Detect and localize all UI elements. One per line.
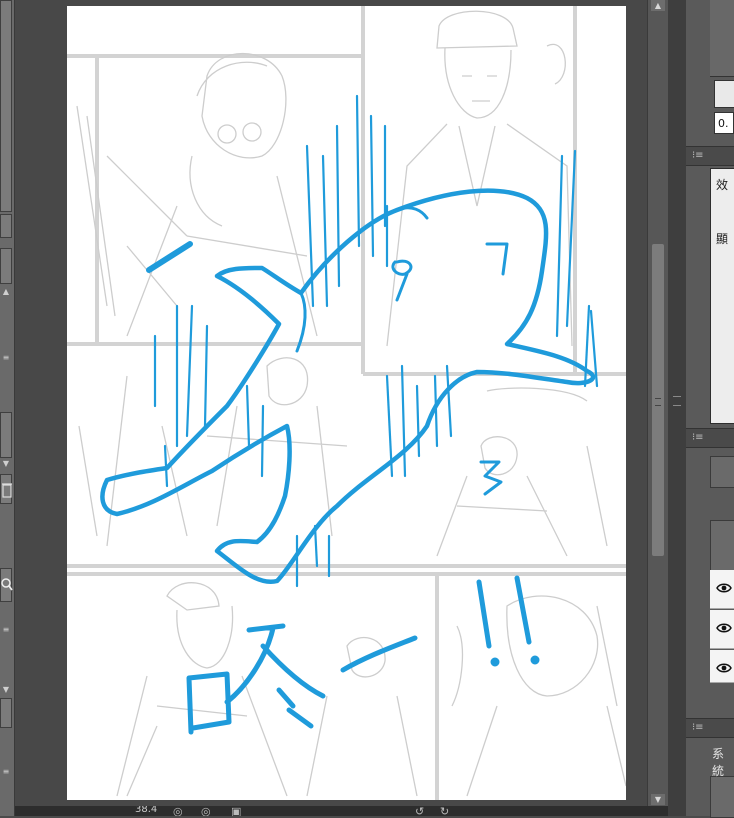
panel-grip-icon-3[interactable]: ≡ [2,768,10,776]
selection-tools[interactable] [710,776,734,818]
scroll-thumb[interactable] [652,244,664,556]
panel-menu-icon-3[interactable]: ⁝≡ [692,722,704,734]
navigator-panel [710,0,734,77]
sub-tool-detail-header[interactable]: ⁝≡ [686,146,734,166]
status-bar: 38.4 ◎ ◎ ▣ ↺ ↻ [15,806,668,816]
tool-palette-collapsed[interactable] [0,0,12,212]
panel-grip-icon[interactable]: ≡ [2,354,10,362]
value-field[interactable]: 0. [714,112,734,134]
layer-row-2[interactable] [710,610,734,649]
rough-sketch [76,10,626,797]
right-panel: 0. ⁝≡ 效 顯 ⁝≡ ⁝≡ [686,0,734,818]
panel-menu-icon[interactable]: ⁝≡ [692,150,704,162]
eraser-icon[interactable] [0,698,12,728]
speed-lines [153,94,599,588]
blend-mode-field[interactable] [710,456,734,488]
down-arrow-icon-2[interactable]: ▼ [2,686,10,694]
vertical-scrollbar[interactable]: ▲ ▼ [647,0,668,806]
layer-palette-header[interactable]: ⁝≡ [686,428,734,448]
eye-icon[interactable] [716,582,732,594]
left-tool-strip: ▲ ≡ ▼ ≡ ▼ ≡ [0,0,15,816]
panel-grip-icon-2[interactable]: ≡ [2,626,10,634]
divider-grip-icon[interactable] [673,396,681,406]
layer-row-3[interactable] [710,650,734,683]
scroll-up-icon[interactable]: ▲ [651,0,665,11]
panel-bottom-label: 系統 [712,747,725,778]
tool-slot-1[interactable] [0,214,12,238]
up-arrow-icon[interactable]: ▲ [2,288,10,296]
layer-list-header[interactable]: ⁝≡ [686,718,734,738]
brush-preview [714,80,734,108]
magnifier-icon[interactable] [0,568,13,602]
scroll-down-icon[interactable]: ▼ [651,794,665,805]
layer-property-panel [710,168,734,424]
eye-icon[interactable] [716,622,732,634]
panel-frames [67,6,626,800]
section-text-1: 效 [716,178,729,192]
zoom-in-icon[interactable]: ◎ [201,806,213,816]
eye-icon[interactable] [716,662,732,674]
zoom-value[interactable]: 38.4 [135,806,157,815]
zoom-out-icon[interactable]: ◎ [173,806,185,816]
canvas-area: 咚 !! [15,0,647,806]
layer-row-1[interactable] [710,570,734,609]
section-text-2: 顯 [716,232,729,246]
tool-slot-3[interactable] [0,412,12,458]
down-arrow-icon[interactable]: ▼ [2,460,10,468]
tool-slot-2[interactable] [0,248,12,284]
trash-icon[interactable] [0,474,12,504]
layer-toolbar [710,520,734,574]
panel-menu-icon-2[interactable]: ⁝≡ [692,432,704,444]
sketch-artwork[interactable]: 咚 !! [67,6,626,800]
rotate-right-icon[interactable]: ↻ [440,806,452,816]
panel-divider[interactable] [668,0,686,816]
blue-ink-drawing [100,94,599,735]
rotate-left-icon[interactable]: ↺ [415,806,427,816]
fit-icon[interactable]: ▣ [231,806,243,816]
manga-page-canvas[interactable]: 咚 !! [67,6,626,800]
thumb-grip-icon [655,398,661,406]
